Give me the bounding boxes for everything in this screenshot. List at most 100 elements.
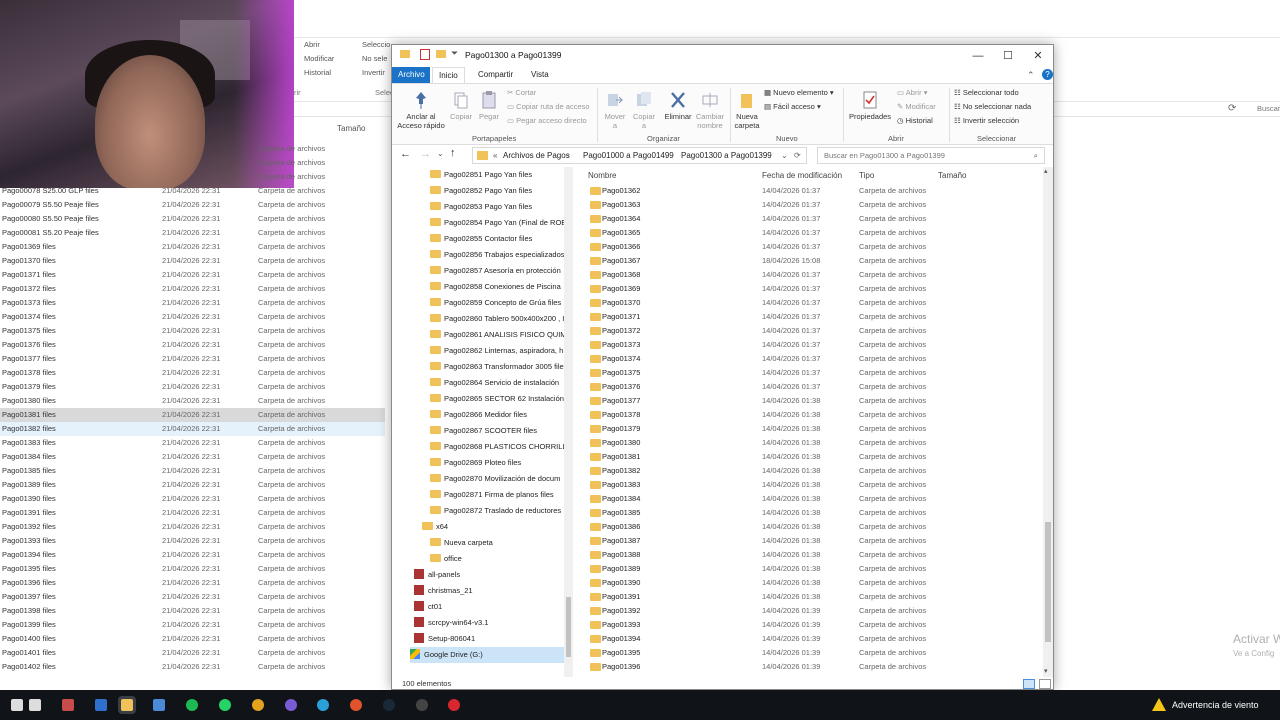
bg-list-item[interactable]: Carpeta de archivos bbox=[0, 156, 385, 170]
file-row[interactable]: Pago01388 14/04/2026 01:38 Carpeta de arch… bbox=[582, 548, 1042, 562]
file-row[interactable]: Pago01367 18/04/2026 15:08 Carpeta de arch… bbox=[582, 254, 1042, 268]
bg-list-item[interactable]: Carpeta de archivos bbox=[0, 170, 385, 184]
nav-item[interactable]: Pago02852 Pago Yan files bbox=[430, 183, 564, 199]
column-date[interactable]: Fecha de modificación bbox=[762, 171, 842, 180]
nav-item[interactable]: Pago02855 Contactor files bbox=[430, 231, 564, 247]
invert-selection-button[interactable]: ☷ Invertir selección bbox=[954, 116, 1019, 125]
bg-list-item[interactable]: Pago01392 files 21/04/2026 22:31 Carpeta d… bbox=[0, 520, 385, 534]
tab-archivo[interactable]: Archivo bbox=[392, 67, 430, 83]
nav-item[interactable]: office bbox=[430, 551, 564, 567]
bg-list-item[interactable]: Pago01402 files 21/04/2026 22:31 Carpeta d… bbox=[0, 660, 385, 674]
file-row[interactable]: Pago01391 14/04/2026 01:38 Carpeta de arch… bbox=[582, 590, 1042, 604]
copy-to-button[interactable]: Copiar a bbox=[630, 90, 658, 130]
nav-item[interactable]: Pago02864 Servicio de instalación bbox=[430, 375, 564, 391]
bg-list-item[interactable]: Pago01394 files 21/04/2026 22:31 Carpeta d… bbox=[0, 548, 385, 562]
wind-warning[interactable]: Advertencia de viento bbox=[1150, 690, 1280, 720]
nav-item[interactable]: Pago02857 Asesoría en protección bbox=[430, 263, 564, 279]
nav-item[interactable]: Pago02861 ANALISIS FISICO QUIM bbox=[430, 327, 564, 343]
bg-list-item[interactable]: Pago01377 files 21/04/2026 22:31 Carpeta d… bbox=[0, 352, 385, 366]
overflow-chevron-icon[interactable]: « bbox=[493, 148, 497, 163]
file-row[interactable]: Pago01369 14/04/2026 01:37 Carpeta de arch… bbox=[582, 282, 1042, 296]
copy-path-button[interactable]: ▭ Copiar ruta de acceso bbox=[507, 102, 590, 111]
file-row[interactable]: Pago01383 14/04/2026 01:38 Carpeta de arch… bbox=[582, 478, 1042, 492]
bg-list-item[interactable]: Pago00080 S5.50 Peaje files 21/04/2026 22… bbox=[0, 212, 385, 226]
history-button[interactable]: ◷ Historial bbox=[897, 116, 933, 125]
pin-quick-access-button[interactable]: Anclar al Acceso rápido bbox=[396, 90, 446, 130]
bg-list-item[interactable]: Pago01371 files 21/04/2026 22:31 Carpeta d… bbox=[0, 268, 385, 282]
nav-item[interactable]: christmas_21 bbox=[414, 583, 564, 599]
large-icons-view-icon[interactable] bbox=[1039, 679, 1051, 689]
nav-item[interactable]: Pago02872 Traslado de reductores bbox=[430, 503, 564, 519]
nav-item[interactable]: Pago02862 Linternas, aspiradora, h bbox=[430, 343, 564, 359]
back-arrow-icon[interactable]: ← bbox=[400, 148, 411, 160]
file-row[interactable]: Pago01363 14/04/2026 01:37 Carpeta de arch… bbox=[582, 198, 1042, 212]
copy-button[interactable]: Copiar bbox=[448, 90, 474, 121]
file-row[interactable]: Pago01385 14/04/2026 01:38 Carpeta de arch… bbox=[582, 506, 1042, 520]
forward-arrow-icon[interactable]: → bbox=[420, 148, 431, 160]
mail-icon[interactable] bbox=[150, 696, 168, 714]
search-input[interactable]: Buscar en Pago01300 a Pago01399 ⌕ bbox=[817, 147, 1045, 164]
scroll-up-icon[interactable]: ▴ bbox=[1044, 167, 1048, 175]
bg-list-item[interactable]: Pago01400 files 21/04/2026 22:31 Carpeta d… bbox=[0, 632, 385, 646]
brave-icon[interactable] bbox=[347, 696, 365, 714]
file-row[interactable]: Pago01389 14/04/2026 01:38 Carpeta de arch… bbox=[582, 562, 1042, 576]
select-all-button[interactable]: ☷ Seleccionar todo bbox=[954, 88, 1019, 97]
bg-size-header[interactable]: Tamaño bbox=[337, 124, 365, 133]
file-row[interactable]: Pago01381 14/04/2026 01:38 Carpeta de arch… bbox=[582, 450, 1042, 464]
file-row[interactable]: Pago01371 14/04/2026 01:37 Carpeta de arch… bbox=[582, 310, 1042, 324]
open-button[interactable]: ▭ Abrir ▾ bbox=[897, 88, 927, 97]
move-to-button[interactable]: Mover a bbox=[601, 90, 629, 130]
file-row[interactable]: Pago01372 14/04/2026 01:37 Carpeta de arch… bbox=[582, 324, 1042, 338]
minimize-button[interactable]: — bbox=[963, 45, 993, 67]
file-row[interactable]: Pago01378 14/04/2026 01:38 Carpeta de arch… bbox=[582, 408, 1042, 422]
nav-item[interactable]: Pago02851 Pago Yan files bbox=[430, 167, 564, 183]
file-row[interactable]: Pago01375 14/04/2026 01:37 Carpeta de arch… bbox=[582, 366, 1042, 380]
file-row[interactable]: Pago01384 14/04/2026 01:38 Carpeta de arch… bbox=[582, 492, 1042, 506]
nav-item[interactable]: Pago02871 Firma de planos files bbox=[430, 487, 564, 503]
new-folder-quick-icon[interactable] bbox=[436, 50, 446, 58]
nav-item[interactable]: all-panels bbox=[414, 567, 564, 583]
nav-item[interactable]: Pago02865 SECTOR 62 Instalación bbox=[430, 391, 564, 407]
chevron-right-icon[interactable]: › bbox=[567, 148, 570, 163]
bg-list-item[interactable]: Pago01373 files 21/04/2026 22:31 Carpeta d… bbox=[0, 296, 385, 310]
paste-button[interactable]: Pegar bbox=[476, 90, 502, 121]
file-row[interactable]: Pago01379 14/04/2026 01:38 Carpeta de arch… bbox=[582, 422, 1042, 436]
help-icon[interactable]: ? bbox=[1042, 69, 1053, 80]
bg-list-item[interactable]: Pago00078 S25.00 GLP files 21/04/2026 22:… bbox=[0, 184, 385, 198]
nav-item[interactable]: Pago02870 Movilización de docum bbox=[430, 471, 564, 487]
edit-button[interactable]: ✎ Modificar bbox=[897, 102, 936, 111]
nav-item[interactable]: scrcpy-win64-v3.1 bbox=[414, 615, 564, 631]
file-row[interactable]: Pago01368 14/04/2026 01:37 Carpeta de arch… bbox=[582, 268, 1042, 282]
maximize-button[interactable]: ☐ bbox=[993, 45, 1023, 67]
collapse-ribbon-icon[interactable]: ⌃ bbox=[1027, 70, 1035, 81]
nav-item[interactable]: Pago02856 Trabajos especializados bbox=[430, 247, 564, 263]
bg-list-item[interactable]: Pago01389 files 21/04/2026 22:31 Carpeta d… bbox=[0, 478, 385, 492]
bg-list-item[interactable]: Pago01379 files 21/04/2026 22:31 Carpeta d… bbox=[0, 380, 385, 394]
bg-list-item[interactable]: Pago01378 files 21/04/2026 22:31 Carpeta d… bbox=[0, 366, 385, 380]
explorer-icon[interactable] bbox=[118, 696, 136, 714]
bg-search[interactable]: Buscar bbox=[1245, 101, 1280, 117]
nav-item[interactable]: Pago02868 PLASTICOS CHORRILLC bbox=[430, 439, 564, 455]
search-icon[interactable]: ⌕ bbox=[1034, 148, 1038, 163]
refresh-icon[interactable]: ⟳ bbox=[794, 148, 801, 163]
nav-item[interactable]: Google Drive (G:) bbox=[410, 647, 564, 663]
column-size[interactable]: Tamaño bbox=[938, 171, 966, 180]
delete-button[interactable]: Eliminar bbox=[663, 90, 693, 121]
file-row[interactable]: Pago01364 14/04/2026 01:37 Carpeta de arch… bbox=[582, 212, 1042, 226]
bg-list-item[interactable]: Pago00079 S5.50 Peaje files 21/04/2026 22… bbox=[0, 198, 385, 212]
new-item-button[interactable]: ▦ Nuevo elemento ▾ bbox=[764, 88, 834, 97]
chrome-icon[interactable] bbox=[249, 696, 267, 714]
bg-list-item[interactable]: Pago01393 files 21/04/2026 22:31 Carpeta d… bbox=[0, 534, 385, 548]
chevron-right-icon[interactable]: › bbox=[665, 148, 668, 163]
bg-list-item[interactable]: Pago01380 files 21/04/2026 22:31 Carpeta d… bbox=[0, 394, 385, 408]
up-arrow-icon[interactable]: ↑ bbox=[450, 147, 456, 159]
bg-list-item[interactable]: Pago01396 files 21/04/2026 22:31 Carpeta d… bbox=[0, 576, 385, 590]
nav-item[interactable]: Pago02858 Conexiones de Piscina bbox=[430, 279, 564, 295]
nav-item[interactable]: Nueva carpeta bbox=[430, 535, 564, 551]
customize-quick-access-icon[interactable]: ⏷ bbox=[451, 48, 458, 59]
nav-item[interactable]: Pago02859 Concepto de Grúa files bbox=[430, 295, 564, 311]
column-type[interactable]: Tipo bbox=[859, 171, 874, 180]
bg-list-item[interactable]: Pago01382 files 21/04/2026 22:31 Carpeta d… bbox=[0, 422, 385, 436]
bg-list-item[interactable]: Pago01384 files 21/04/2026 22:31 Carpeta d… bbox=[0, 450, 385, 464]
discord-icon[interactable] bbox=[282, 696, 300, 714]
